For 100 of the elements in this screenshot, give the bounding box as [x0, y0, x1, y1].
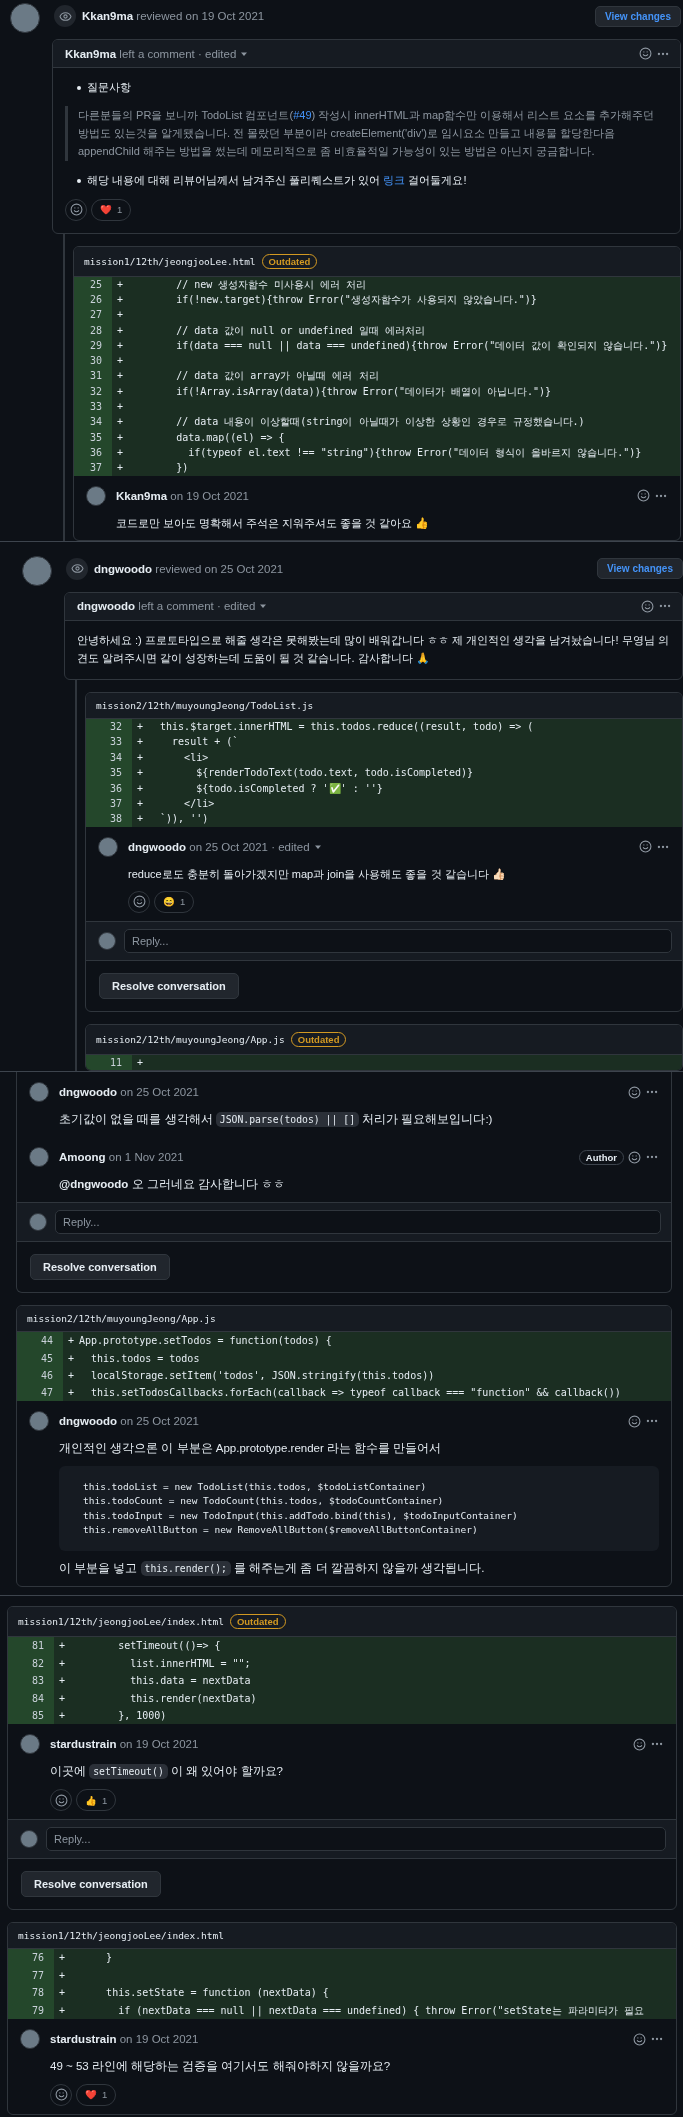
- eye-icon: [66, 557, 88, 580]
- code-line: }: [105, 1951, 114, 1966]
- code-block: this.todoList = new TodoList(this.todos, $todoListContainer) this.todoCount = new TodoCount(this.todos, $todoCountContainer) this.todoInput = new TodoInput(this.addTodo.bind(this), $todoInputContainer) this.removeAllButton = new RemoveAllButton($removeAllButtonContainer): [59, 1466, 659, 1552]
- emoji-icon[interactable]: [628, 1085, 641, 1099]
- code-line: list.innerHTML = "";: [129, 1656, 252, 1671]
- eye-icon: [54, 5, 76, 27]
- link[interactable]: #49: [293, 109, 312, 122]
- emoji-icon[interactable]: [639, 840, 652, 854]
- file-path[interactable]: mission2/12th/muyoungJeong/App.js: [96, 1033, 285, 1045]
- file-path[interactable]: mission2/12th/muyoungJeong/TodoList.js: [96, 700, 314, 711]
- emoji-icon[interactable]: [633, 2032, 646, 2046]
- line-number: 78: [8, 1984, 54, 2002]
- avatar: [29, 1213, 47, 1232]
- view-changes-button[interactable]: View changes: [595, 5, 681, 27]
- diff-sign: +: [116, 354, 124, 369]
- reaction-button[interactable]: ❤ 1: [76, 2083, 117, 2106]
- reaction-button[interactable]: 😄 1: [154, 890, 195, 913]
- emoji-icon[interactable]: [628, 1150, 641, 1164]
- diff-sign: +: [58, 1709, 66, 1723]
- resolve-conversation-button[interactable]: Resolve conversation: [30, 1254, 170, 1281]
- emoji-icon[interactable]: [637, 489, 650, 503]
- view-changes-button[interactable]: View changes: [597, 558, 683, 580]
- diff-sign: +: [67, 1334, 75, 1349]
- add-reaction-button[interactable]: [50, 2083, 72, 2106]
- line-number: 27: [74, 307, 112, 323]
- diff-sign: +: [116, 415, 124, 430]
- reply-field[interactable]: Reply...: [46, 1827, 666, 1852]
- code-line: `)), ''): [159, 812, 210, 827]
- review-header-text: dngwoodo reviewed on 25 Oct 2021: [94, 562, 284, 575]
- avatar[interactable]: [20, 1734, 40, 1755]
- diff-sign: +: [116, 323, 124, 338]
- code-line: this.setTodosCallbacks.forEach(callback => typeof callback === "function" && callback()): [90, 1385, 622, 1400]
- comment-text: 49 ~ 53 라인에 해당하는 검증을 여기서도 해줘야하지 않을까요?: [50, 2059, 392, 2074]
- diff-sign: +: [67, 1368, 75, 1383]
- code-line: // data 내용이 이상할때(string이 아닐때가 이상한 상황인 경우로 규정했습니다.): [175, 415, 586, 430]
- code-line: this.todos = todos: [90, 1351, 201, 1366]
- avatar[interactable]: [22, 555, 52, 586]
- reply-field[interactable]: Reply...: [55, 1210, 661, 1235]
- comment-text: 안녕하세요 :) 프로토타입으로 해줄 생각은 못해봤는데 많이 배워갑니다 ㅎㅎ 제 개인적인 생각을 남겨놨습니다! 무영님 의견도 알려주시면 같이 성장하는데 도움이 될 것 같습니다. 감사합니다 🙏: [77, 632, 670, 666]
- avatar[interactable]: [10, 3, 40, 33]
- code-line: if(data === null || data === undefined){throw Error("데이터 값이 확인되지 않습니다.")}: [175, 338, 669, 354]
- avatar[interactable]: [86, 485, 106, 506]
- diff-sign: +: [116, 430, 124, 445]
- line-number: 26: [74, 292, 112, 308]
- mention-link[interactable]: @dngwoodo: [59, 1178, 129, 1191]
- diff-sign: +: [136, 781, 144, 796]
- code-line: this.render(nextData): [129, 1691, 258, 1706]
- comment-text: 질문사항: [87, 80, 131, 95]
- avatar[interactable]: [29, 1082, 49, 1103]
- code-line: this.$target.innerHTML = this.todos.reduce((result, todo) => (: [159, 720, 535, 734]
- code-line: if (nextData === null || nextData === undefined) { throw Error("setState는 파라미터가 필요: [117, 2003, 645, 2019]
- avatar[interactable]: [29, 1411, 49, 1432]
- resolve-conversation-button[interactable]: Resolve conversation: [21, 1871, 161, 1898]
- reaction-button[interactable]: ❤ 1: [91, 198, 132, 221]
- inline-code: JSON.parse(todos) || []: [215, 1112, 359, 1128]
- link[interactable]: 링크: [383, 173, 406, 186]
- emoji-icon: [54, 1793, 68, 1807]
- comment-text: 이곳에 setTimeout() 이 왜 있어야 할까요?: [50, 1763, 284, 1782]
- line-number: 85: [8, 1707, 54, 1725]
- add-reaction-button[interactable]: [50, 1789, 72, 1812]
- code-line: this.data = nextData: [129, 1674, 252, 1689]
- comment-text: 초기값이 없을 때를 생각해서 JSON.parse(todos) || [] 처리가 필요해보입니다:): [59, 1111, 494, 1130]
- comment-meta: Kkan9ma on 19 Oct 2021: [116, 489, 249, 502]
- comment-meta: Amoong on 1 Nov 2021: [59, 1151, 184, 1164]
- diff-sign: +: [58, 1639, 66, 1654]
- add-reaction-button[interactable]: [65, 198, 87, 221]
- quote-text: 다른분들의 PR을 보니까 TodoList 컴포넌트(#49) 작성시 innerHTML과 map함수만 이용해서 리스트 요소를 추가해주던 방법도 있는것을 알게됐습니다. 전 몰랐던 부분이라 createElement('div')로 임시요소 만들고 내용물 할당한다음 appendChild 해주는 방법을 썼는데 메모리적으로 좀 비효율적일 가능성이 있는 방법은 아닌지 궁금합니다.: [65, 106, 668, 161]
- emoji-icon[interactable]: [641, 599, 654, 613]
- code-line: ${todo.isCompleted ? '✅' : ''}: [195, 781, 384, 796]
- code-line: // data 값이 array가 아닐때 에러 처리: [175, 369, 380, 384]
- resolve-conversation-button[interactable]: Resolve conversation: [99, 972, 239, 999]
- comment-meta: dngwoodo on 25 Oct 2021: [59, 1086, 199, 1099]
- line-number: 81: [8, 1637, 54, 1655]
- avatar[interactable]: [98, 836, 118, 857]
- file-path[interactable]: mission2/12th/muyoungJeong/App.js: [27, 1313, 216, 1325]
- avatar[interactable]: [29, 1147, 49, 1168]
- emoji-icon[interactable]: [628, 1414, 641, 1428]
- emoji-icon[interactable]: [639, 47, 652, 60]
- add-reaction-button[interactable]: [128, 890, 150, 913]
- file-path[interactable]: mission1/12th/jeongjooLee.html: [84, 255, 256, 267]
- line-number: 33: [86, 734, 132, 750]
- line-number: 34: [74, 414, 112, 430]
- avatar[interactable]: [20, 2029, 40, 2049]
- emoji-icon[interactable]: [633, 1737, 646, 1751]
- file-path[interactable]: mission1/12th/jeongjooLee/index.html: [18, 1616, 224, 1628]
- diff-sign: +: [136, 812, 144, 827]
- avatar: [98, 931, 116, 950]
- diff-sign: +: [136, 766, 144, 781]
- diff-sign: +: [116, 400, 124, 415]
- reaction-button[interactable]: 👍 1: [76, 1789, 117, 1812]
- reply-field[interactable]: Reply...: [124, 928, 672, 953]
- diff-sign: +: [116, 461, 124, 476]
- file-path[interactable]: mission1/12th/jeongjooLee/index.html: [18, 1930, 224, 1942]
- code-line: setTimeout(()=> {: [117, 1639, 222, 1654]
- inline-code: setTimeout(): [89, 1764, 168, 1780]
- line-number: 37: [74, 460, 112, 476]
- comment-meta: stardustrain on 19 Oct 2021: [50, 2033, 199, 2045]
- line-number: 30: [74, 353, 112, 369]
- diff-sign: +: [58, 1968, 66, 1983]
- code-line: data.map((el) => {: [175, 430, 286, 445]
